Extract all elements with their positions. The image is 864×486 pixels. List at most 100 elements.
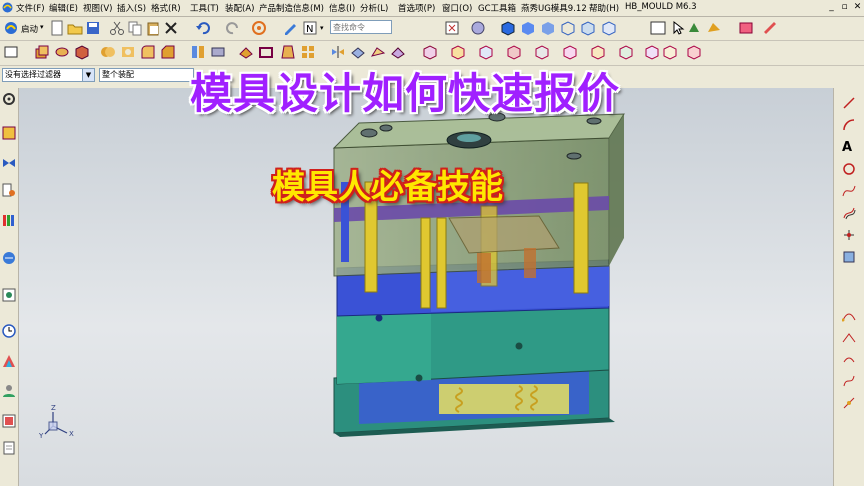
shaded-icon[interactable]: [520, 20, 536, 36]
paste-icon[interactable]: [145, 20, 161, 36]
hidden-line-icon[interactable]: [580, 20, 596, 36]
save-icon[interactable]: [85, 20, 101, 36]
search-command-input[interactable]: [330, 20, 392, 34]
constraint-navigator-icon[interactable]: [2, 156, 16, 170]
view-frame-icon[interactable]: [650, 20, 666, 36]
fit-view-icon[interactable]: [444, 20, 460, 36]
join-curve-icon[interactable]: [842, 330, 856, 344]
project-curve-icon[interactable]: [842, 250, 856, 264]
redo-icon[interactable]: [225, 20, 241, 36]
command-finder-dropdown-icon[interactable]: ▾: [320, 24, 324, 32]
menu-edit[interactable]: 编辑(E): [49, 2, 78, 14]
menu-pmi[interactable]: 产品制造信息(M): [259, 2, 324, 14]
mold-wizard-11-icon[interactable]: [686, 44, 702, 60]
edge-blend-icon[interactable]: [140, 44, 156, 60]
draft-icon[interactable]: [280, 44, 296, 60]
revolve-icon[interactable]: [54, 44, 70, 60]
shaded-with-edges-icon[interactable]: [500, 20, 516, 36]
clip-section-icon[interactable]: [762, 20, 778, 36]
sew-icon[interactable]: [370, 44, 386, 60]
repeat-command-icon[interactable]: [251, 20, 267, 36]
studio-view-icon[interactable]: [540, 20, 556, 36]
menu-window[interactable]: 窗口(O): [442, 2, 472, 14]
open-folder-icon[interactable]: [67, 20, 83, 36]
restore-icon[interactable]: ▫: [839, 2, 850, 13]
menu-tools[interactable]: 工具(T): [190, 2, 219, 14]
reuse-library-icon[interactable]: [2, 213, 16, 227]
thicken-icon[interactable]: [350, 44, 366, 60]
page-icon[interactable]: [2, 441, 16, 455]
menu-info[interactable]: 信息(I): [329, 2, 355, 14]
menu-hb-mould[interactable]: HB_MOULD M6.3: [625, 2, 697, 12]
menu-insert[interactable]: 插入(S): [117, 2, 146, 14]
edit-section-icon[interactable]: [738, 20, 754, 36]
web-browser-icon[interactable]: [2, 251, 16, 265]
snap-view-icon[interactable]: [706, 20, 722, 36]
copy-icon[interactable]: [127, 20, 143, 36]
offset-curve-icon[interactable]: [842, 206, 856, 220]
clock-icon[interactable]: [2, 324, 16, 338]
block-icon[interactable]: [74, 44, 90, 60]
part-navigator-icon[interactable]: [2, 183, 16, 197]
mold-wizard-8-icon[interactable]: [618, 44, 634, 60]
sketch-rectangle-icon[interactable]: [3, 44, 19, 60]
new-file-icon[interactable]: [49, 20, 65, 36]
edit-object-display-icon[interactable]: [282, 20, 298, 36]
menu-analysis[interactable]: 分析(L): [360, 2, 388, 14]
history-icon[interactable]: [2, 288, 16, 302]
wireframe-icon[interactable]: [560, 20, 576, 36]
app-logo-icon[interactable]: [2, 2, 13, 13]
close-icon[interactable]: ✕: [852, 2, 863, 13]
undo-icon[interactable]: [195, 20, 211, 36]
mold-wizard-6-icon[interactable]: [562, 44, 578, 60]
circle-icon[interactable]: [842, 162, 856, 176]
patch-icon[interactable]: [390, 44, 406, 60]
roles-icon[interactable]: [2, 384, 16, 398]
system-materials-icon[interactable]: [2, 354, 16, 368]
arc-icon[interactable]: [842, 118, 856, 132]
type-filter-select[interactable]: 没有选择过滤器 ▼: [2, 68, 95, 82]
helix-icon[interactable]: [842, 352, 856, 366]
boolean-unite-icon[interactable]: [100, 44, 116, 60]
boolean-subtract-icon[interactable]: [120, 44, 136, 60]
mold-wizard-2-icon[interactable]: [450, 44, 466, 60]
shell-icon[interactable]: [258, 44, 274, 60]
trim-body-icon[interactable]: [190, 44, 206, 60]
menu-yanxiu-mold[interactable]: 燕秀UG模具9.12: [521, 2, 587, 14]
mold-wizard-5-icon[interactable]: [534, 44, 550, 60]
selection-scope-select[interactable]: 整个装配: [99, 68, 194, 82]
chamfer-icon[interactable]: [160, 44, 176, 60]
partial-shade-icon[interactable]: [601, 20, 617, 36]
text-icon[interactable]: A: [842, 140, 856, 155]
mold-wizard-3-icon[interactable]: [478, 44, 494, 60]
zoom-pan-icon[interactable]: [470, 20, 486, 36]
line-icon[interactable]: [842, 96, 856, 110]
orient-view-icon[interactable]: [686, 20, 702, 36]
extrude-icon[interactable]: [34, 44, 50, 60]
menu-assembly[interactable]: 装配(A): [225, 2, 254, 14]
minimize-icon[interactable]: _: [826, 2, 837, 13]
split-body-icon[interactable]: [210, 44, 226, 60]
gear-icon[interactable]: [2, 92, 16, 106]
cut-icon[interactable]: [109, 20, 125, 36]
graphics-window[interactable]: Z X Y: [19, 88, 834, 486]
mold-wizard-10-icon[interactable]: [662, 44, 678, 60]
point-icon[interactable]: [842, 228, 856, 242]
divide-curve-icon[interactable]: [842, 396, 856, 410]
mold-wizard-1-icon[interactable]: [422, 44, 438, 60]
start-button[interactable]: 启动: [21, 23, 38, 35]
menu-help[interactable]: 帮助(H): [589, 2, 619, 14]
select-pointer-icon[interactable]: [670, 20, 686, 36]
mold-wizard-9-icon[interactable]: [644, 44, 660, 60]
trim-curve-icon[interactable]: [842, 374, 856, 388]
mold-wizard-7-icon[interactable]: [590, 44, 606, 60]
delete-icon[interactable]: [163, 20, 179, 36]
pattern-icon[interactable]: [300, 44, 316, 60]
menu-view[interactable]: 视图(V): [83, 2, 112, 14]
offset-face-icon[interactable]: [238, 44, 254, 60]
menu-file[interactable]: 文件(F): [16, 2, 45, 14]
palette-icon[interactable]: [2, 414, 16, 428]
start-dropdown-icon[interactable]: ▾: [40, 23, 44, 31]
menu-format[interactable]: 格式(R): [151, 2, 181, 14]
command-finder-icon[interactable]: N: [303, 20, 319, 36]
